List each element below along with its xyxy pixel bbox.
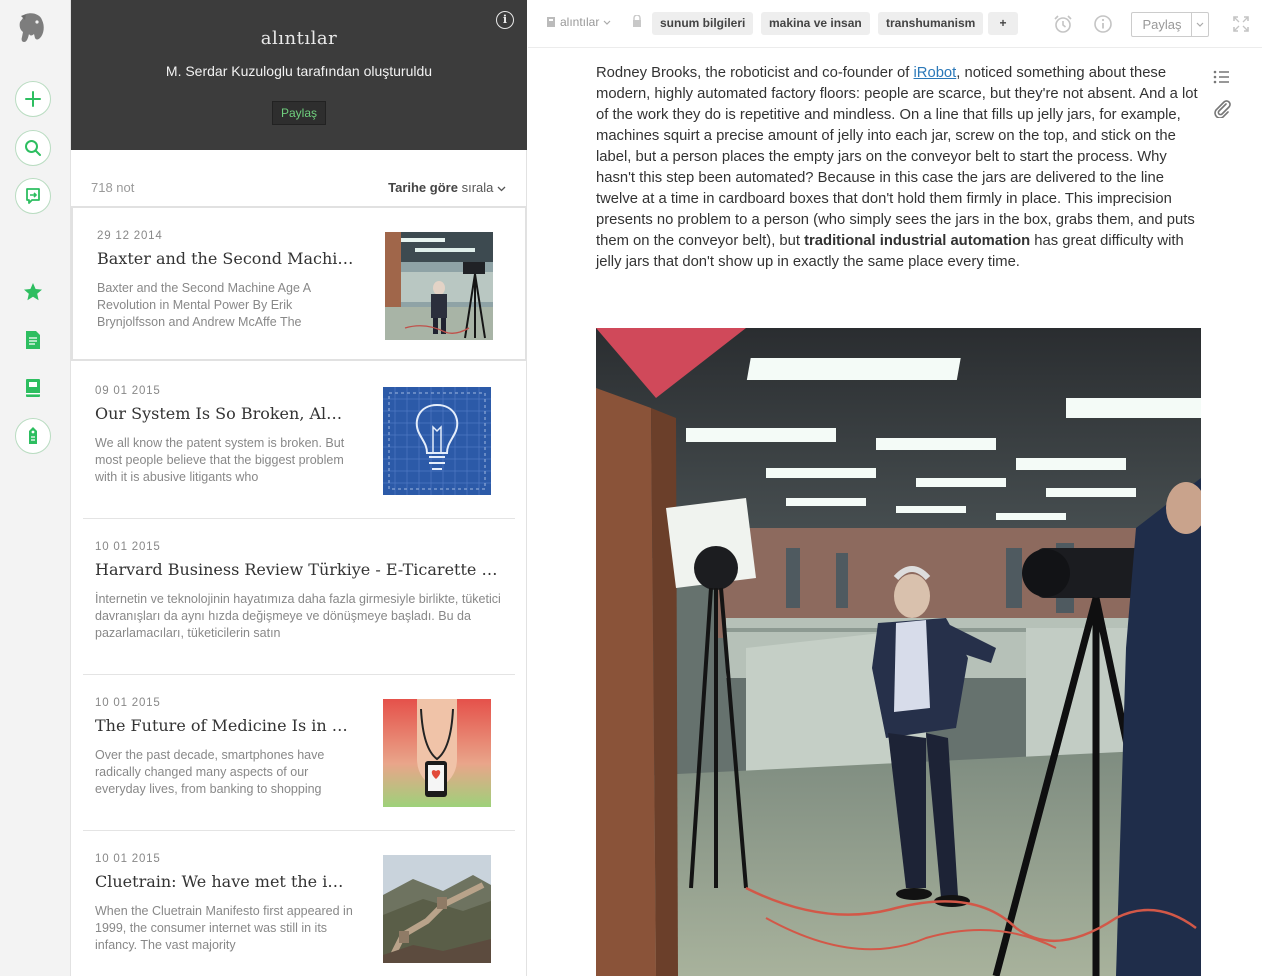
note-date: 10 01 2015 bbox=[95, 541, 161, 553]
sort-field-label: Tarihe göre bbox=[388, 180, 458, 195]
irobot-link[interactable]: iRobot bbox=[914, 65, 957, 81]
note-title: Our System Is So Broken, Almost bbox=[95, 404, 353, 423]
elephant-logo-icon[interactable] bbox=[18, 12, 46, 44]
tag-icon bbox=[29, 427, 37, 444]
note-title: Cluetrain: We have met the internet bbox=[95, 872, 353, 891]
chevron-down-icon bbox=[603, 20, 611, 25]
note-body-text[interactable]: Rodney Brooks, the roboticist and co-fou… bbox=[596, 63, 1204, 273]
chevron-down-icon bbox=[497, 186, 506, 192]
tag-chip[interactable]: sunum bilgileri bbox=[652, 12, 754, 35]
sort-rest-label: sırala bbox=[461, 180, 494, 195]
note-info-icon[interactable] bbox=[1092, 13, 1114, 35]
list-format-icon[interactable] bbox=[1212, 67, 1232, 87]
sort-dropdown[interactable]: Tarihe göre sırala bbox=[388, 180, 506, 195]
note-date: 10 01 2015 bbox=[95, 853, 161, 865]
tag-chip[interactable]: transhumanism bbox=[878, 12, 984, 35]
notebook-selector[interactable]: alıntılar bbox=[546, 15, 611, 29]
note-thumbnail-office bbox=[385, 232, 493, 340]
notebook-small-icon bbox=[547, 17, 555, 27]
note-snippet: Baxter and the Second Machine Age A Revo… bbox=[97, 281, 311, 329]
chat-icon bbox=[26, 188, 40, 204]
note-share-control: Paylaş bbox=[1131, 12, 1209, 37]
note-thumbnail-lightbulb bbox=[383, 387, 491, 495]
note-embedded-photo[interactable] bbox=[596, 328, 1201, 976]
search-button[interactable] bbox=[15, 130, 51, 166]
note-card[interactable]: 10 01 2015 Harvard Business Review Türki… bbox=[71, 519, 526, 675]
note-snippet: İnternetin ve teknolojinin hayatımıza da… bbox=[95, 592, 501, 640]
notebook-info-icon[interactable]: i bbox=[496, 11, 514, 29]
body-text-part: Rodney Brooks, the roboticist and co-fou… bbox=[596, 65, 914, 81]
note-snippet: Over the past decade, smartphones have r… bbox=[95, 748, 325, 796]
work-chat-button[interactable] bbox=[15, 178, 51, 214]
note-card[interactable]: 10 01 2015 Cluetrain: We have met the in… bbox=[71, 831, 526, 976]
notes-nav[interactable] bbox=[22, 329, 44, 351]
note-date: 29 12 2014 bbox=[97, 230, 163, 242]
search-icon bbox=[25, 140, 41, 156]
body-text-part: , noticed something about these modern, … bbox=[596, 65, 1198, 249]
add-tag-button[interactable]: + bbox=[988, 12, 1018, 35]
note-title: Harvard Business Review Türkiye - E-Tica… bbox=[95, 560, 503, 579]
note-snippet: We all know the patent system is broken.… bbox=[95, 436, 345, 484]
note-date: 09 01 2015 bbox=[95, 385, 161, 397]
note-date: 10 01 2015 bbox=[95, 697, 161, 709]
note-share-button[interactable]: Paylaş bbox=[1132, 13, 1192, 36]
notebook-title: alıntılar bbox=[260, 28, 338, 49]
lock-icon[interactable] bbox=[632, 14, 642, 33]
tag-chip[interactable]: makina ve insan bbox=[761, 12, 870, 35]
note-icon bbox=[26, 331, 40, 349]
notebook-header: alıntılar M. Serdar Kuzuloglu tarafından… bbox=[71, 0, 527, 150]
expand-fullscreen-icon[interactable] bbox=[1230, 13, 1252, 35]
share-dropdown-button[interactable] bbox=[1191, 13, 1208, 36]
note-snippet: When the Cluetrain Manifesto first appea… bbox=[95, 904, 353, 952]
note-list-bar: 718 not Tarihe göre sırala bbox=[91, 180, 506, 195]
note-count: 718 not bbox=[91, 180, 135, 195]
note-thumbnail-great-wall bbox=[383, 855, 491, 963]
notebooks-nav[interactable] bbox=[22, 377, 44, 399]
attachment-paperclip-icon[interactable] bbox=[1212, 98, 1232, 119]
note-card-selected[interactable]: 29 12 2014 Baxter and the Second Machine… bbox=[71, 206, 526, 361]
star-icon bbox=[24, 283, 42, 301]
notebook-selector-label: alıntılar bbox=[560, 15, 600, 29]
note-card[interactable]: 10 01 2015 The Future of Medicine Is in … bbox=[71, 675, 526, 831]
shortcuts-nav[interactable] bbox=[22, 281, 44, 303]
note-toolbar: alıntılar sunum bilgileri makina ve insa… bbox=[528, 0, 1262, 48]
note-title: Baxter and the Second Machine Age bbox=[97, 249, 355, 268]
plus-icon bbox=[25, 91, 41, 107]
note-card[interactable]: 09 01 2015 Our System Is So Broken, Almo… bbox=[71, 363, 526, 519]
note-title: The Future of Medicine Is in Your Smartp… bbox=[95, 716, 353, 735]
note-thumbnail-stethoscope bbox=[383, 699, 491, 807]
left-sidebar bbox=[0, 0, 71, 976]
new-note-button[interactable] bbox=[15, 81, 51, 117]
tags-nav[interactable] bbox=[15, 418, 51, 454]
notebook-share-button[interactable]: Paylaş bbox=[272, 101, 326, 125]
notebook-icon bbox=[26, 379, 40, 397]
note-list: 718 not Tarihe göre sırala 29 12 2014 Ba… bbox=[71, 150, 527, 976]
reminder-alarm-icon[interactable] bbox=[1052, 13, 1074, 35]
chevron-down-icon bbox=[1196, 22, 1204, 27]
notebook-owner: M. Serdar Kuzuloglu tarafından oluşturul… bbox=[165, 63, 433, 79]
body-bold-text: traditional industrial automation bbox=[804, 233, 1031, 249]
